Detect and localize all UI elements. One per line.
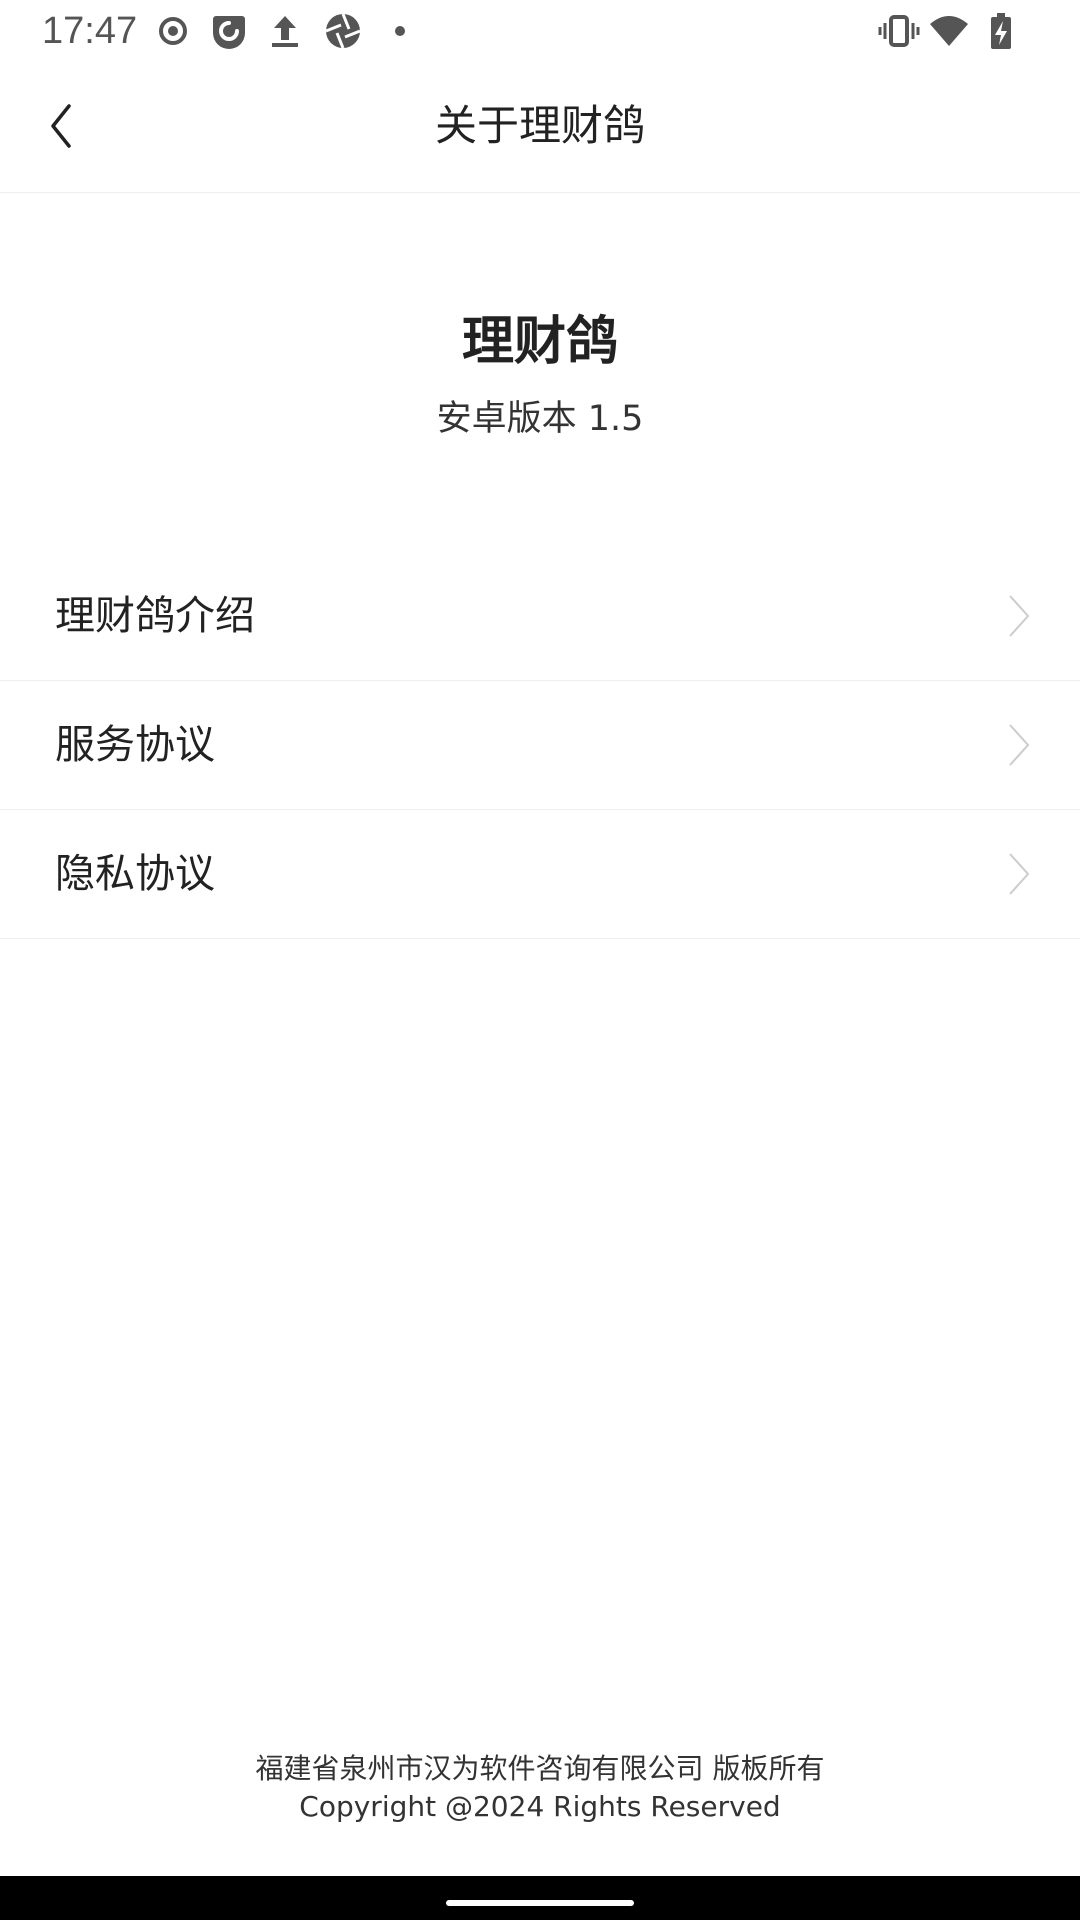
- top-app-bar: 关于理财鸽: [0, 62, 1080, 193]
- page-title: 关于理财鸽: [434, 101, 645, 150]
- menu-item-label: 理财鸽介绍: [55, 593, 255, 639]
- navigation-bar: [0, 1876, 1080, 1920]
- upload-icon: [272, 16, 298, 47]
- wifi-icon: [930, 16, 968, 46]
- footer-copyright: Copyright @2024 Rights Reserved: [299, 1790, 781, 1823]
- chevron-right-icon: [1009, 595, 1030, 637]
- home-gesture-handle[interactable]: [446, 1900, 634, 1906]
- chevron-right-icon: [1009, 724, 1030, 766]
- record-icon: [159, 17, 187, 45]
- menu-item-service-agreement[interactable]: 服务协议: [0, 681, 1080, 810]
- menu-item-privacy-agreement[interactable]: 隐私协议: [0, 810, 1080, 939]
- menu-item-introduction[interactable]: 理财鸽介绍: [0, 552, 1080, 681]
- aperture-icon: [325, 13, 361, 49]
- app-name: 理财鸽: [461, 312, 618, 372]
- status-time: 17:47: [42, 10, 138, 52]
- menu-item-label: 服务协议: [55, 722, 215, 768]
- notification-app-icon: [213, 16, 245, 49]
- status-bar: 17:47: [0, 0, 1080, 62]
- battery-charging-icon: [991, 13, 1011, 49]
- footer: 福建省泉州市汉为软件咨询有限公司 版板所有 Copyright @2024 Ri…: [0, 1750, 1080, 1826]
- vibrate-icon: [878, 15, 920, 47]
- footer-company: 福建省泉州市汉为软件咨询有限公司 版板所有: [255, 1752, 825, 1785]
- dot-icon: [395, 26, 405, 36]
- app-version: 安卓版本 1.5: [436, 399, 644, 439]
- menu-item-label: 隐私协议: [55, 851, 215, 897]
- menu-list: 理财鸽介绍 服务协议 隐私协议: [0, 552, 1080, 939]
- chevron-right-icon: [1009, 853, 1030, 895]
